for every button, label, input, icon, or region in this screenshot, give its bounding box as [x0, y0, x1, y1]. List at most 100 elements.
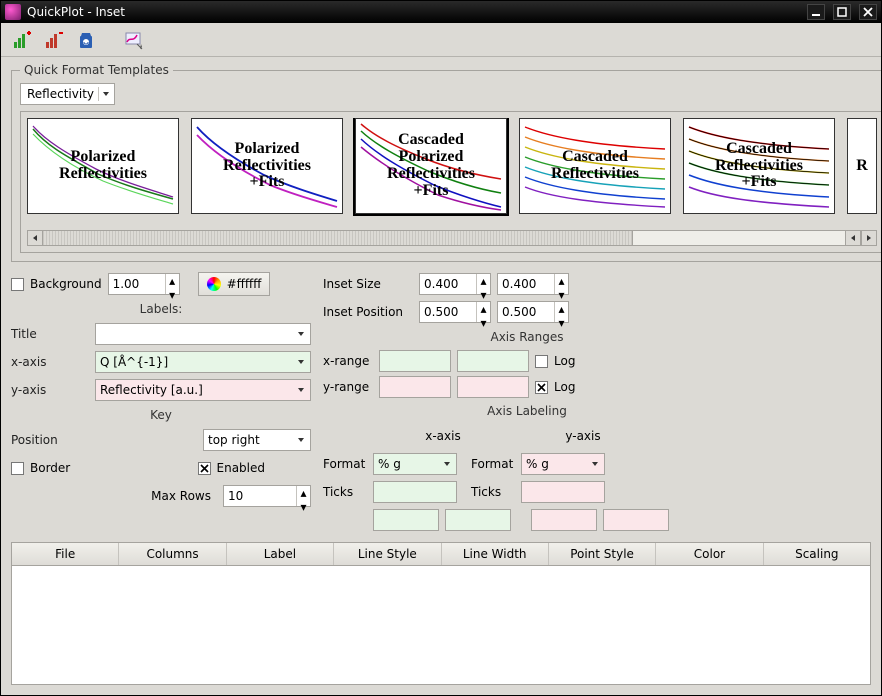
xrange-min-input[interactable] — [379, 350, 451, 372]
template-thumb[interactable]: R — [847, 118, 877, 214]
xaxis-label-combobox[interactable]: Q [Å^{-1}] — [95, 351, 311, 373]
inset-size-w-spinner[interactable]: ▴▾ — [419, 273, 491, 295]
labels-column: Background ▴▾ #ffffff Labels: Title — [11, 272, 311, 532]
table-header[interactable]: Point Style — [549, 543, 656, 565]
title-label: Title — [11, 327, 89, 341]
xrange-max-input[interactable] — [457, 350, 529, 372]
background-checkbox[interactable] — [11, 278, 24, 291]
template-scrollbar[interactable] — [27, 230, 877, 246]
table-header[interactable]: Line Style — [334, 543, 441, 565]
maxrows-input[interactable] — [224, 486, 296, 506]
inset-position-label: Inset Position — [323, 305, 413, 319]
clear-button[interactable] — [73, 27, 99, 53]
yrange-label: y-range — [323, 380, 373, 394]
extra-y1-input[interactable] — [531, 509, 597, 531]
table-header[interactable]: Label — [227, 543, 334, 565]
chevron-down-icon — [588, 457, 602, 471]
table-header[interactable]: Scaling — [764, 543, 870, 565]
window: QuickPlot - Inset — [0, 0, 882, 696]
scroll-right-button[interactable] — [861, 230, 877, 246]
inset-size-h-spinner[interactable]: ▴▾ — [497, 273, 569, 295]
yrange-log-label: Log — [554, 380, 575, 394]
settings-area: Background ▴▾ #ffffff Labels: Title — [11, 272, 871, 532]
chevron-down-icon — [294, 355, 308, 369]
background-color-value: #ffffff — [227, 277, 262, 291]
table-header[interactable]: Color — [656, 543, 763, 565]
axis-ranges-heading: Axis Ranges — [183, 330, 871, 344]
spin-up-icon[interactable]: ▴ — [555, 302, 568, 316]
enabled-label: Enabled — [217, 461, 266, 475]
spin-up-icon[interactable]: ▴ — [477, 302, 490, 316]
extra-y2-input[interactable] — [603, 509, 669, 531]
xrange-log-checkbox[interactable] — [535, 355, 548, 368]
table-header[interactable]: Line Width — [442, 543, 549, 565]
background-opacity-input[interactable] — [109, 274, 165, 294]
yrange-min-input[interactable] — [379, 376, 451, 398]
ticks-x-input[interactable] — [373, 481, 457, 503]
ticks-x-label: Ticks — [323, 485, 367, 499]
key-position-dropdown[interactable]: top right — [203, 429, 311, 451]
spin-up-icon[interactable]: ▴ — [477, 274, 490, 288]
table-header[interactable]: Columns — [119, 543, 226, 565]
format-x-dropdown[interactable]: % g — [373, 453, 457, 475]
remove-plot-button[interactable] — [41, 27, 67, 53]
scrollbar-track[interactable] — [43, 230, 845, 246]
minimize-button[interactable] — [807, 4, 825, 20]
border-checkbox[interactable] — [11, 462, 24, 475]
template-thumb[interactable]: CascadedReflectivities — [519, 118, 671, 214]
inset-size-label: Inset Size — [323, 277, 413, 291]
format-x-value: % g — [378, 457, 401, 471]
inset-size-h-input[interactable] — [498, 274, 554, 294]
template-thumb[interactable]: CascadedPolarizedReflectivities+Fits — [355, 118, 507, 214]
maxrows-spinner[interactable]: ▴▾ — [223, 485, 311, 507]
table-body[interactable] — [12, 566, 870, 684]
inset-pos-y-input[interactable] — [498, 302, 554, 322]
spin-up-icon[interactable]: ▴ — [166, 274, 179, 288]
scrollbar-thumb[interactable] — [43, 231, 633, 245]
template-thumb[interactable]: PolarizedReflectivities+Fits — [191, 118, 343, 214]
ticks-y-input[interactable] — [521, 481, 605, 503]
background-color-button[interactable]: #ffffff — [198, 272, 271, 296]
border-label: Border — [30, 461, 70, 475]
chevron-down-icon — [98, 87, 112, 101]
scroll-left-button[interactable] — [27, 230, 43, 246]
spin-up-icon[interactable]: ▴ — [297, 486, 310, 500]
yaxis-label-combobox[interactable]: Reflectivity [a.u.] — [95, 379, 311, 401]
template-thumb[interactable]: CascadedReflectivities+Fits — [683, 118, 835, 214]
inset-pos-y-spinner[interactable]: ▴▾ — [497, 301, 569, 323]
inset-size-w-input[interactable] — [420, 274, 476, 294]
spin-up-icon[interactable]: ▴ — [555, 274, 568, 288]
spin-down-icon[interactable]: ▾ — [166, 288, 179, 302]
xaxis-label: x-axis — [11, 355, 89, 369]
background-opacity-spinner[interactable]: ▴▾ — [108, 273, 180, 295]
spin-down-icon[interactable]: ▾ — [555, 316, 568, 330]
export-button[interactable] — [121, 27, 147, 53]
ticks-y-label: Ticks — [471, 485, 515, 499]
template-category-dropdown[interactable]: Reflectivity — [20, 83, 115, 105]
inset-pos-x-spinner[interactable]: ▴▾ — [419, 301, 491, 323]
extra-x2-input[interactable] — [445, 509, 511, 531]
format-y-dropdown[interactable]: % g — [521, 453, 605, 475]
template-row: PolarizedReflectivities PolarizedReflect… — [27, 118, 877, 226]
spin-down-icon[interactable]: ▾ — [297, 500, 310, 514]
format-x-label: Format — [323, 457, 367, 471]
scroll-left2-button[interactable] — [845, 230, 861, 246]
inset-pos-x-input[interactable] — [420, 302, 476, 322]
xaxis-column-label: x-axis — [373, 429, 513, 443]
template-category-value: Reflectivity — [27, 87, 94, 101]
enabled-checkbox[interactable] — [198, 462, 211, 475]
content-area: Quick Format Templates Reflectivity — [1, 57, 881, 695]
yrange-log-checkbox[interactable] — [535, 381, 548, 394]
template-thumb[interactable]: PolarizedReflectivities — [27, 118, 179, 214]
yrange-max-input[interactable] — [457, 376, 529, 398]
add-plot-button[interactable] — [9, 27, 35, 53]
maximize-button[interactable] — [833, 4, 851, 20]
chevron-down-icon — [294, 383, 308, 397]
inset-column: Inset Size ▴▾ ▴▾ Inset Position ▴▾ — [323, 272, 871, 532]
spin-down-icon[interactable]: ▾ — [477, 316, 490, 330]
close-button[interactable] — [859, 4, 877, 20]
table-header[interactable]: File — [12, 543, 119, 565]
table-header-row: File Columns Label Line Style Line Width… — [12, 543, 870, 566]
extra-x1-input[interactable] — [373, 509, 439, 531]
xaxis-label-value: Q [Å^{-1}] — [100, 355, 168, 369]
